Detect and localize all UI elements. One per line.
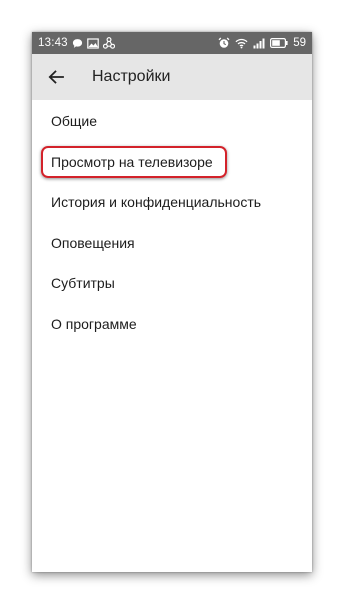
screenshot-stage: 13:43 59 Настройки Общие Просмотр на тел… xyxy=(0,0,344,604)
menu-item-subtitles[interactable]: Субтитры xyxy=(32,263,312,304)
status-time: 13:43 xyxy=(38,37,68,49)
alarm-clock-icon xyxy=(218,37,230,49)
status-bar: 13:43 59 xyxy=(32,32,312,54)
menu-item-label: О программе xyxy=(51,315,137,332)
phone-screen: 13:43 59 Настройки Общие Просмотр на тел… xyxy=(32,32,312,572)
menu-item-watch-on-tv[interactable]: Просмотр на телевизоре xyxy=(32,142,312,183)
menu-item-general[interactable]: Общие xyxy=(32,101,312,142)
menu-item-label: Общие xyxy=(51,113,98,130)
back-button[interactable] xyxy=(44,65,68,89)
nodes-icon xyxy=(102,37,115,49)
menu-item-label: Просмотр на телевизоре xyxy=(51,153,213,170)
settings-menu: Общие Просмотр на телевизоре История и к… xyxy=(32,100,312,344)
chat-bubble-icon xyxy=(72,38,83,49)
menu-item-label: Оповещения xyxy=(51,234,135,251)
image-icon xyxy=(86,37,99,49)
page-title: Настройки xyxy=(92,68,171,85)
wifi-icon xyxy=(235,38,248,49)
menu-item-label: Субтитры xyxy=(51,275,115,292)
arrow-left-icon xyxy=(48,70,64,84)
menu-item-history-privacy[interactable]: История и конфиденциальность xyxy=(32,182,312,223)
battery-level: 59 xyxy=(293,37,306,49)
menu-item-about[interactable]: О программе xyxy=(32,304,312,345)
signal-icon xyxy=(253,38,265,49)
app-toolbar: Настройки xyxy=(32,54,312,100)
battery-icon xyxy=(270,38,288,48)
menu-item-label: История и конфиденциальность xyxy=(51,194,262,211)
menu-item-notifications[interactable]: Оповещения xyxy=(32,223,312,264)
